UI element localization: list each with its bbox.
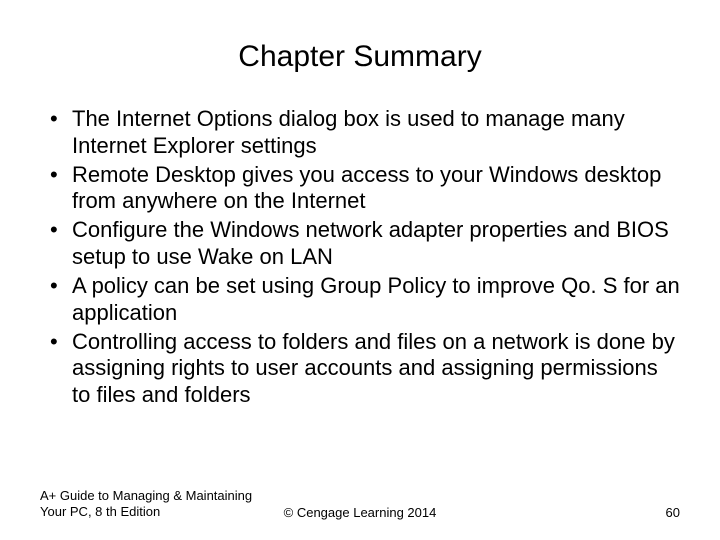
slide: Chapter Summary The Internet Options dia…	[0, 0, 720, 540]
slide-title: Chapter Summary	[40, 40, 680, 74]
footer-copyright: © Cengage Learning 2014	[284, 505, 437, 520]
footer-page-number: 60	[666, 505, 680, 520]
bullet-item: Remote Desktop gives you access to your …	[44, 162, 680, 216]
bullet-item: Configure the Windows network adapter pr…	[44, 217, 680, 271]
bullet-item: Controlling access to folders and files …	[44, 329, 680, 409]
footer-book-title: A+ Guide to Managing & Maintaining Your …	[40, 488, 260, 521]
bullet-item: A policy can be set using Group Policy t…	[44, 273, 680, 327]
bullet-item: The Internet Options dialog box is used …	[44, 106, 680, 160]
footer: A+ Guide to Managing & Maintaining Your …	[40, 488, 680, 521]
bullet-list: The Internet Options dialog box is used …	[40, 106, 680, 409]
